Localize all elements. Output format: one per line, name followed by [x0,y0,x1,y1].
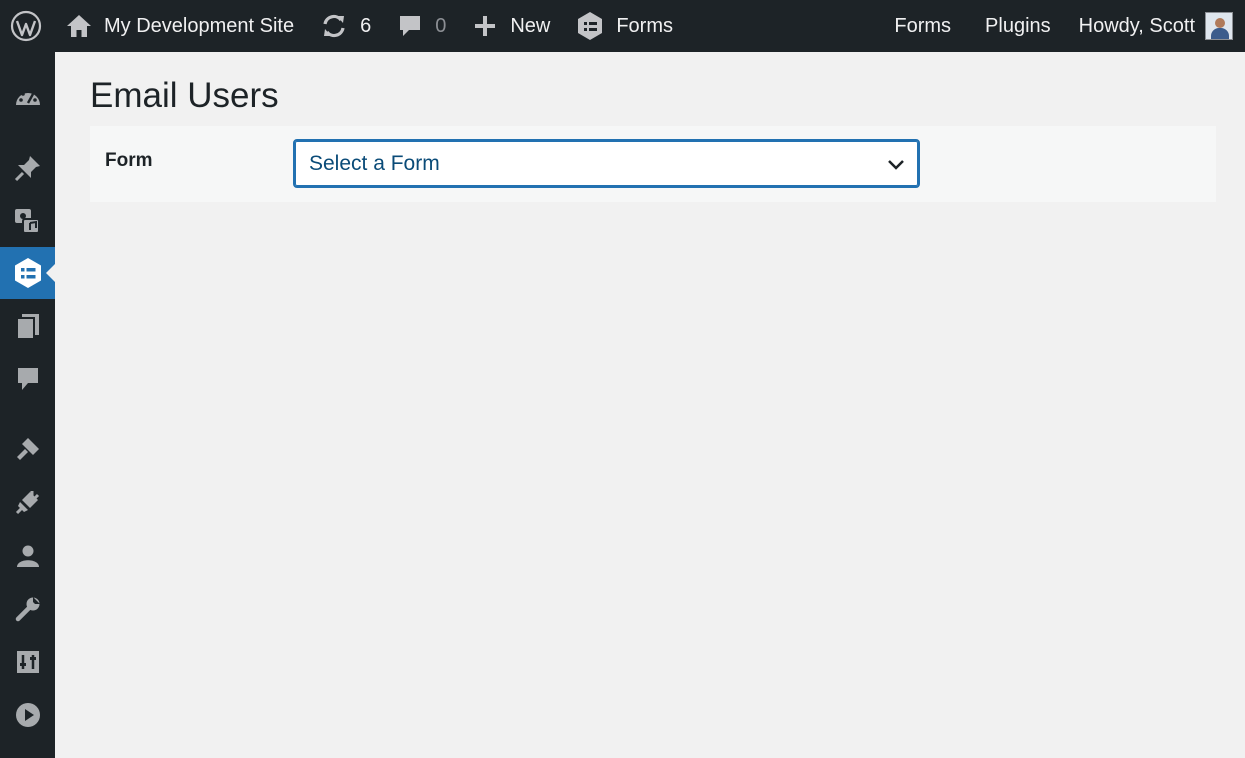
dashboard-icon [15,89,40,105]
sidebar-item-dashboard[interactable] [0,72,55,124]
updates-link[interactable]: 6 [320,0,371,52]
main-content: Email Users Form Select a Form [55,52,1245,758]
account-menu[interactable]: Howdy, Scott [1079,0,1233,52]
forms-label: Forms [616,14,674,37]
sidebar-item-users[interactable] [0,530,55,582]
site-name: My Development Site [104,14,295,37]
form-label: Form [105,150,153,171]
form-select[interactable]: Select a Form [293,139,920,188]
sidebar-item-plugins[interactable] [0,476,55,528]
new-content-link[interactable]: New [474,0,550,52]
forms-icon [14,258,41,288]
sidebar-item-tools[interactable] [0,583,55,635]
updates-icon [323,14,345,38]
sidebar-item-media-player[interactable] [0,689,55,741]
form-select-value: Select a Form [309,151,440,175]
comments-link[interactable]: 0 [397,0,446,52]
sidebar-item-posts[interactable] [0,142,55,194]
tools-icon [15,597,40,622]
sidebar-item-forms[interactable] [0,247,55,299]
sidebar-item-appearance[interactable] [0,423,55,475]
site-name-link[interactable]: My Development Site [66,0,294,52]
right-forms-link[interactable]: Forms [894,0,951,52]
users-icon [16,545,39,567]
media-player-icon [15,703,40,727]
updates-count: 6 [360,14,372,37]
media-icon [14,209,40,234]
settings-icon [16,651,39,673]
chevron-down-icon [888,160,904,170]
plugins-label: Plugins [985,14,1051,37]
page-title: Email Users [90,76,279,115]
wordpress-icon [10,10,42,42]
form-table: Form Select a Form [90,126,1216,202]
new-label: New [510,14,551,37]
comment-icon [400,16,421,36]
pages-icon [15,314,39,340]
wordpress-logo-button[interactable] [0,0,52,52]
avatar [1205,12,1233,40]
greeting-text: Howdy, Scott [1078,14,1195,37]
right-forms-label: Forms [894,14,952,37]
plugins-icon [15,491,39,515]
appearance-icon [16,438,39,460]
plus-icon [475,16,496,36]
forms-menu-link[interactable]: Forms [576,0,673,52]
sidebar-item-comments[interactable] [0,353,55,405]
home-icon [67,15,91,37]
sidebar-item-media[interactable] [0,195,55,247]
comments-count: 0 [435,14,447,37]
forms-icon [578,12,603,40]
admin-sidebar [0,52,55,758]
comments-icon [17,368,38,390]
plugins-link[interactable]: Plugins [985,0,1051,52]
admin-bar: My Development Site 6 0 New Forms Forms … [0,0,1245,52]
sidebar-item-pages[interactable] [0,300,55,352]
pin-icon [14,156,40,182]
sidebar-item-settings[interactable] [0,636,55,688]
